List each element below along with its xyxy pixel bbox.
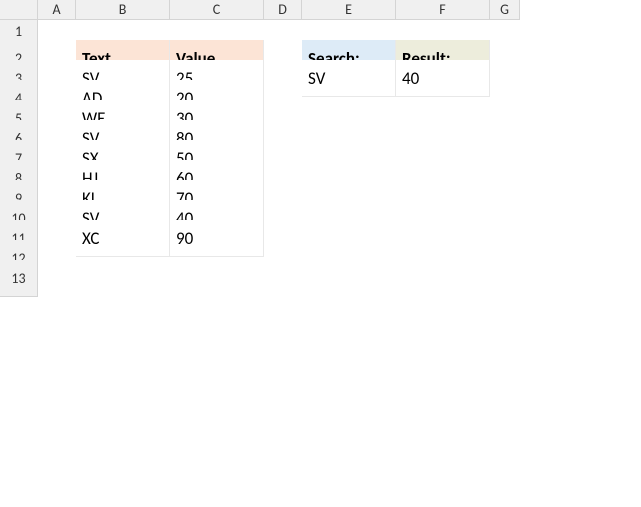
col-header-E[interactable]: E [302,0,396,20]
col-header-D[interactable]: D [264,0,302,20]
col-header-F[interactable]: F [396,0,490,20]
col-header-A[interactable]: A [38,0,76,20]
row-header-13[interactable]: 13 [0,260,38,297]
col-header-C[interactable]: C [170,0,264,20]
col-header-G[interactable]: G [490,0,520,20]
cell-A13[interactable] [38,260,76,297]
cell-G13[interactable] [490,260,520,297]
cell-B13[interactable] [76,260,170,297]
cell-D13[interactable] [264,260,302,297]
cell-F13[interactable] [396,260,490,297]
col-header-B[interactable]: B [76,0,170,20]
spreadsheet-grid: A B C D E F G 1 2 Text Value Search: Res… [0,0,641,280]
cell-E13[interactable] [302,260,396,297]
cell-C13[interactable] [170,260,264,297]
select-all-corner[interactable] [0,0,38,20]
